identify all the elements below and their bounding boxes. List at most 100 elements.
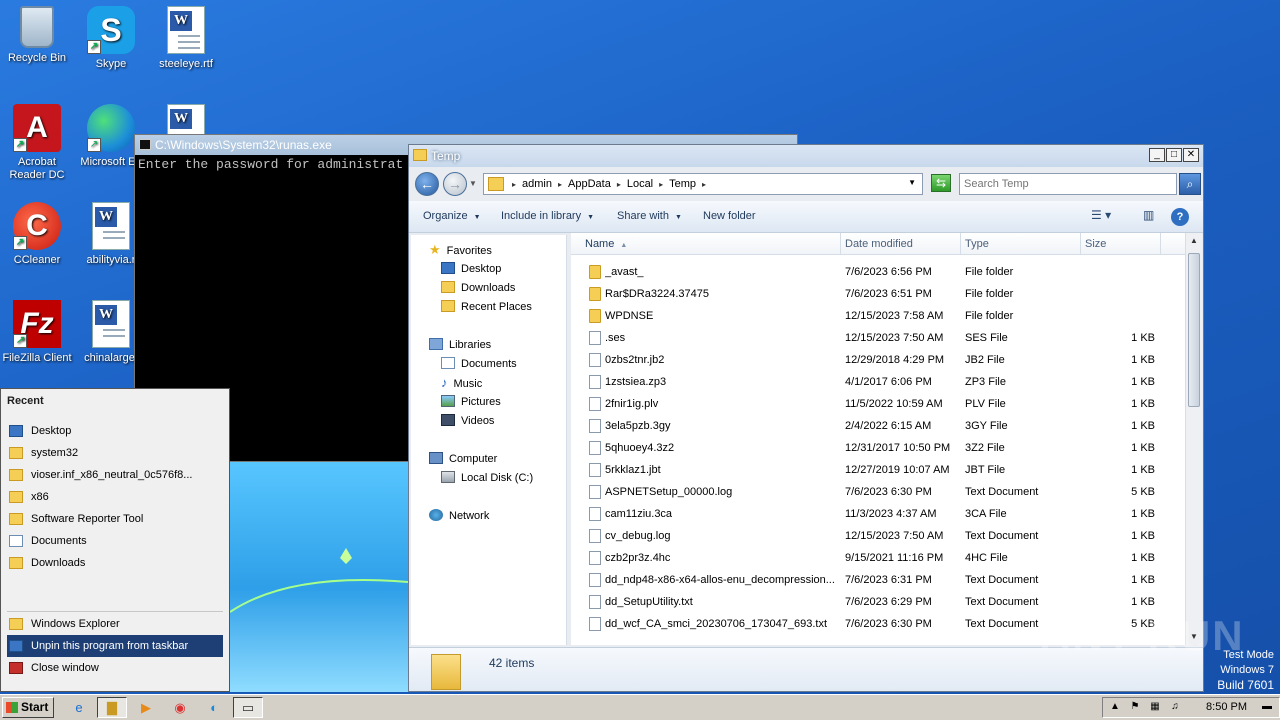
help-icon[interactable]: ?	[1171, 208, 1189, 226]
jump-task-close-window[interactable]: Close window	[7, 657, 223, 679]
windows-explorer-taskbar-icon[interactable]: ▇	[97, 697, 127, 718]
desktop-icon-acrobat[interactable]: A ↗ Acrobat Reader DC	[0, 104, 74, 182]
file-row[interactable]: 5qhuoey4.3z2 12/31/2017 10:50 PM 3Z2 File 1…	[571, 437, 1185, 459]
back-arrow-icon[interactable]: ←	[415, 172, 439, 196]
column-header-date[interactable]: Date modified	[841, 233, 961, 255]
jump-item-x86[interactable]: x86	[7, 486, 223, 508]
show-desktop-icon[interactable]: ▬	[1261, 701, 1273, 713]
vertical-scrollbar[interactable]: ▲ ▼	[1185, 233, 1202, 645]
file-row[interactable]: _avast_ 7/6/2023 6:56 PM File folder	[571, 261, 1185, 283]
file-row[interactable]: cam11ziu.3ca 11/3/2023 4:37 AM 3CA File 1 K…	[571, 503, 1185, 525]
file-icon	[589, 485, 601, 499]
jump-item-system32[interactable]: system32	[7, 442, 223, 464]
view-options-icon[interactable]: ☰ ▾	[1091, 208, 1111, 222]
jump-item-label: Close window	[31, 662, 99, 674]
file-date-modified: 7/6/2023 6:51 PM	[845, 288, 932, 300]
include-in-library-button[interactable]: Include in library ▼	[501, 210, 594, 222]
chrome-icon[interactable]: ◉	[165, 697, 195, 718]
media-player-icon[interactable]: ▶	[131, 697, 161, 718]
breadcrumb-temp[interactable]: Temp	[669, 178, 696, 192]
breadcrumb-appdata[interactable]: AppData	[568, 178, 611, 192]
jump-item-label: Software Reporter Tool	[31, 513, 144, 525]
scrollbar-thumb[interactable]	[1188, 253, 1200, 407]
nav-documents[interactable]: Documents	[441, 355, 517, 373]
nav-favorites[interactable]: ★ Favorites	[429, 241, 492, 259]
clock[interactable]: 8:50 PM	[1206, 701, 1247, 713]
search-icon[interactable]: ⌕	[1179, 173, 1201, 195]
desktop-icon-ccleaner[interactable]: C ↗ CCleaner	[0, 202, 74, 267]
file-row[interactable]: 1zstsiea.zp3 4/1/2017 6:06 PM ZP3 File 1 KB	[571, 371, 1185, 393]
console-taskbar-icon[interactable]: ▭	[233, 697, 263, 718]
search-box[interactable]	[959, 173, 1177, 195]
file-row[interactable]: dd_ndp48-x86-x64-allos-enu_decompression…	[571, 569, 1185, 591]
share-with-button[interactable]: Share with ▼	[617, 210, 682, 222]
desktop-icon-recycle-bin[interactable]: Recycle Bin	[0, 6, 74, 65]
organize-button[interactable]: Organize ▼	[423, 210, 481, 222]
nav-local-disk[interactable]: Local Disk (C:)	[441, 469, 533, 487]
explorer-window[interactable]: Temp _ □ ✕ ← → ▼ ▸ admin ▸ AppData ▸ Loc…	[408, 144, 1204, 692]
recent-pages-chevron-icon[interactable]: ▼	[469, 179, 477, 188]
column-header-size[interactable]: Size	[1081, 233, 1161, 255]
file-row[interactable]: 5rkklaz1.jbt 12/27/2019 10:07 AM JBT File 1…	[571, 459, 1185, 481]
desktop-icon-label: FileZilla Client	[2, 352, 72, 364]
jump-item-desktop[interactable]: Desktop	[7, 420, 223, 442]
file-row[interactable]: czb2pr3z.4hc 9/15/2021 11:16 PM 4HC File 1 …	[571, 547, 1185, 569]
jump-task-unpin[interactable]: Unpin this program from taskbar	[7, 635, 223, 657]
volume-icon[interactable]: ♫	[1169, 701, 1181, 713]
nav-label: Libraries	[449, 339, 492, 351]
desktop-icon-label: Skype	[95, 58, 127, 70]
file-row[interactable]: dd_SetupUtility.txt 7/6/2023 6:29 PM Text …	[571, 591, 1185, 613]
nav-computer[interactable]: Computer	[429, 450, 497, 468]
file-row[interactable]: WPDNSE 12/15/2023 7:58 AM File folder	[571, 305, 1185, 327]
file-name: 1zstsiea.zp3	[605, 376, 667, 388]
address-bar[interactable]: ▸ admin ▸ AppData ▸ Local ▸ Temp ▸ ▼	[483, 173, 923, 195]
refresh-icon[interactable]: ⇆	[931, 174, 951, 192]
jump-item-documents[interactable]: Documents	[7, 530, 223, 552]
jump-item-software-reporter[interactable]: Software Reporter Tool	[7, 508, 223, 530]
jump-task-windows-explorer[interactable]: Windows Explorer	[7, 613, 223, 635]
file-row[interactable]: cv_debug.log 12/15/2023 7:50 AM Text Docum…	[571, 525, 1185, 547]
breadcrumb-admin[interactable]: admin	[522, 178, 552, 192]
nav-music[interactable]: ♪ Music	[441, 374, 482, 392]
close-button[interactable]: ✕	[1183, 148, 1199, 162]
search-input[interactable]	[960, 174, 1160, 194]
nav-downloads[interactable]: Downloads	[441, 279, 515, 297]
file-date-modified: 7/6/2023 6:30 PM	[845, 618, 932, 630]
nav-desktop[interactable]: Desktop	[441, 260, 501, 278]
forward-arrow-icon[interactable]: →	[443, 172, 467, 196]
file-row[interactable]: 2fnir1ig.plv 11/5/2022 10:59 AM PLV File 1 …	[571, 393, 1185, 415]
file-row[interactable]: ASPNETSetup_00000.log 7/6/2023 6:30 PM Tex…	[571, 481, 1185, 503]
network-tray-icon[interactable]: ▦	[1149, 701, 1161, 713]
minimize-button[interactable]: _	[1149, 148, 1165, 162]
file-row[interactable]: Rar$DRa3224.37475 7/6/2023 6:51 PM File fo…	[571, 283, 1185, 305]
nav-network[interactable]: Network	[429, 507, 489, 525]
file-row[interactable]: .ses 12/15/2023 7:50 AM SES File 1 KB	[571, 327, 1185, 349]
nav-pictures[interactable]: Pictures	[441, 393, 501, 411]
nav-recent-places[interactable]: Recent Places	[441, 298, 532, 316]
explorer-titlebar[interactable]: Temp _ □ ✕	[409, 145, 1203, 167]
maximize-button[interactable]: □	[1166, 148, 1182, 162]
column-header-type[interactable]: Type	[961, 233, 1081, 255]
desktop-icon-skype[interactable]: S ↗ Skype	[74, 6, 148, 71]
new-folder-button[interactable]: New folder	[703, 210, 756, 222]
edge-taskbar-icon[interactable]: ◐	[199, 697, 229, 718]
jump-item-vioser[interactable]: vioser.inf_x86_neutral_0c576f8...	[7, 464, 223, 486]
start-button[interactable]: Start	[2, 697, 54, 718]
internet-explorer-icon[interactable]: e	[64, 697, 94, 718]
flag-icon[interactable]: ⚑	[1129, 701, 1141, 713]
word-document-icon: W	[92, 202, 130, 250]
file-row[interactable]: 3ela5pzb.3gy 2/4/2022 6:15 AM 3GY File 1 KB	[571, 415, 1185, 437]
show-hidden-icons-icon[interactable]: ▲	[1109, 701, 1121, 713]
jump-item-downloads[interactable]: Downloads	[7, 552, 223, 574]
column-header-name[interactable]: Name ▲	[571, 233, 841, 255]
preview-pane-icon[interactable]: ▥	[1143, 208, 1154, 222]
nav-libraries[interactable]: Libraries	[429, 336, 491, 354]
nav-videos[interactable]: Videos	[441, 412, 494, 430]
address-dropdown-icon[interactable]: ▼	[908, 178, 916, 187]
desktop-icon-filezilla[interactable]: Fz ↗ FileZilla Client	[0, 300, 74, 365]
desktop-icon-steeleye[interactable]: W steeleye.rtf	[149, 6, 223, 71]
file-row[interactable]: 0zbs2tnr.jb2 12/29/2018 4:29 PM JB2 File 1 …	[571, 349, 1185, 371]
nav-label: Videos	[461, 415, 495, 427]
breadcrumb-local[interactable]: Local	[627, 178, 653, 192]
scroll-up-icon[interactable]: ▲	[1186, 233, 1202, 249]
